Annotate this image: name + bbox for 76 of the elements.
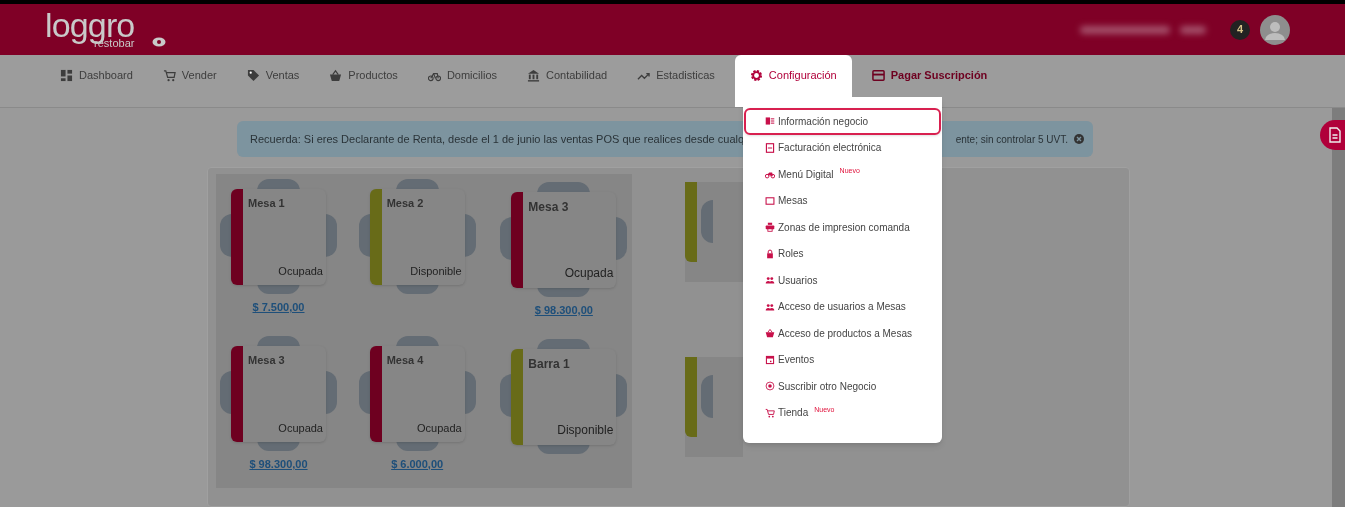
alert-text: ente; sin controlar 5 UVT. [955,132,1068,147]
nav-tab[interactable]: Domicilios [412,55,512,96]
square-icon [765,195,775,206]
menu-item[interactable]: Zonas de impresion comanda [744,214,941,241]
table-card[interactable]: Barra 1 Disponible [511,349,617,445]
table-status: Ocupada [564,265,614,282]
scrollbar[interactable] [1332,108,1345,507]
printer-icon [765,222,775,233]
table-name: Barra 1 [528,356,571,373]
nav-tab[interactable]: Configuración [734,55,852,107]
menu-item[interactable]: Mesas [744,187,941,214]
table-status: Disponible [557,422,614,439]
basket-icon [329,69,343,82]
nav-tab[interactable]: Vender [147,55,232,96]
basket-icon [765,328,775,339]
table-name: Mesa 4 [386,353,425,368]
chair [701,200,713,243]
table-status: Ocupada [417,420,462,436]
menu-item[interactable]: Usuarios [744,267,941,294]
chair [220,214,232,257]
document-icon [765,142,775,153]
table-name: Mesa 3 [528,199,570,216]
avatar-icon[interactable] [1260,14,1290,45]
bank-icon [527,69,540,82]
alert-text: Recuerda: Si eres Declarante de Renta, desde el 1 de junio las ventas POS que realices desde cualq [250,131,745,147]
users-icon [765,275,775,286]
credit-card-icon [871,69,885,82]
settings-icon [749,69,763,82]
menu-item[interactable]: Acceso de usuarios a Mesas [744,293,941,320]
menu-item[interactable]: Facturación electrónica [744,134,941,161]
table-name: Mesa 3 [248,353,286,368]
calendar-icon [765,354,775,365]
table-name: Mesa 1 [248,196,286,211]
tag-icon [246,69,260,82]
document-icon [1329,127,1341,143]
table-card[interactable]: Mesa 4 Ocupada [369,346,465,442]
table-status: Disponible [410,263,462,279]
close-icon[interactable] [1074,134,1084,144]
menu-item[interactable]: Información negocio [744,108,941,135]
nav-tab[interactable]: Contabilidad [512,55,623,96]
eye-icon[interactable] [152,37,167,47]
amount-link[interactable]: $ 98.300,00 [231,456,326,473]
menu-item[interactable]: Roles [744,240,941,267]
menu-item[interactable]: Acceso de productos a Mesas [744,320,941,347]
users-icon [765,301,775,312]
table-card[interactable]: Mesa 3 Ocupada [511,192,617,288]
table-card[interactable]: Mesa 3 Ocupada [231,346,326,442]
dashboard-icon [60,69,73,82]
chair [701,375,713,418]
amount-link[interactable]: $ 98.300,00 [511,302,617,319]
nav-tab[interactable]: Dashboard [45,55,148,96]
chair [500,217,513,260]
chair [500,374,513,417]
table-card[interactable]: Mesa 1 Ocupada [231,189,326,285]
chair [358,214,371,257]
cart-icon [765,407,775,418]
amount-link[interactable]: $ 7.500,00 [231,299,326,316]
menu-item[interactable]: Suscribir otro Negocio [744,373,941,400]
nav-tab[interactable]: Productos [314,55,413,96]
table-status: Ocupada [278,420,323,436]
amount-link[interactable]: $ 6.000,00 [369,456,465,473]
lock-icon [765,248,775,259]
table-name: Mesa 2 [386,196,425,211]
nav-tab[interactable]: Estadisticas [622,55,730,96]
cart-icon [162,69,176,82]
id-card-icon [765,116,775,127]
menu-item[interactable]: Eventos [744,346,941,373]
nav-tab[interactable]: Ventas [231,55,315,96]
target-icon [765,381,775,392]
nav-tab[interactable]: Pagar Suscripción [856,55,1003,96]
notification-badge[interactable]: 4 [1230,19,1250,40]
chair [358,371,371,414]
table-status: Ocupada [278,263,323,279]
blurred-label [1180,25,1206,34]
chair [220,371,232,414]
table-card[interactable]: Mesa 2 Disponible [369,189,465,285]
